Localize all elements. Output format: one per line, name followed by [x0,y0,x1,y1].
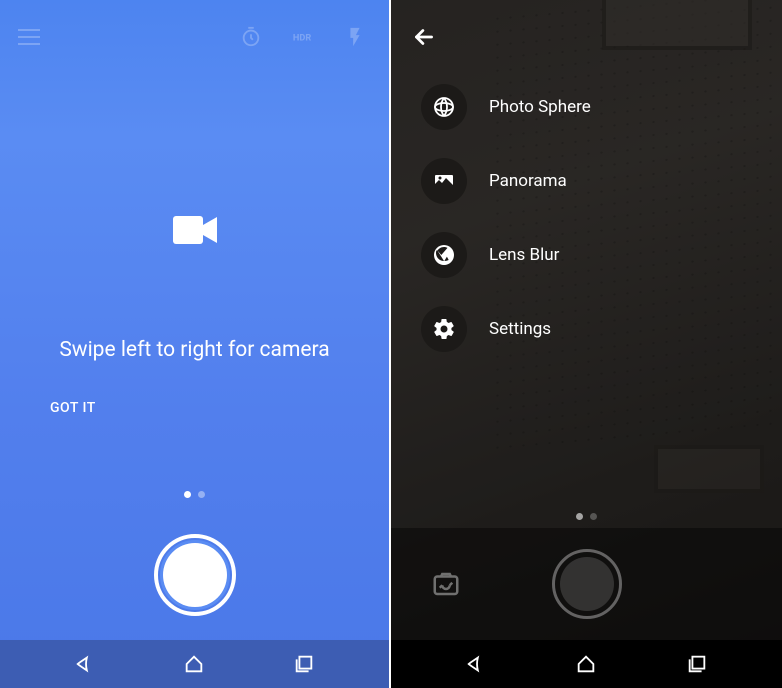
shutter-bar [391,528,782,640]
got-it-button[interactable]: GOT IT [50,400,96,416]
shutter-button[interactable] [552,549,622,619]
flash-icon[interactable] [343,25,367,49]
page-dot [198,491,205,498]
back-nav-icon[interactable] [464,652,488,676]
menu-item-photosphere[interactable]: Photo Sphere [413,80,599,134]
menu-label: Settings [489,319,551,339]
shutter-bar [0,510,389,640]
menu-icon[interactable] [18,29,40,45]
svg-text:HDR: HDR [293,34,311,44]
page-dot [590,513,597,520]
camera-mode-menu: Photo Sphere Panorama Lens Blur Settings [413,80,599,356]
hdr-icon[interactable]: HDR [291,25,315,49]
timer-icon[interactable] [239,25,263,49]
shutter-button[interactable] [154,534,236,616]
screenshot-left: HDR Swipe left to right for camera GOT I… [0,0,389,688]
gear-icon [421,306,467,352]
home-nav-icon[interactable] [574,652,598,676]
android-navbar [0,640,389,688]
android-navbar [391,640,782,688]
lens-blur-icon [421,232,467,278]
recents-nav-icon[interactable] [292,652,316,676]
photosphere-icon [421,84,467,130]
menu-item-settings[interactable]: Settings [413,302,599,356]
back-arrow-button[interactable] [411,24,437,50]
menu-label: Panorama [489,171,567,191]
page-indicator [0,491,389,498]
menu-item-panorama[interactable]: Panorama [413,154,599,208]
page-dot-active [184,491,191,498]
video-camera-icon [173,214,217,246]
panorama-icon [421,158,467,204]
menu-label: Lens Blur [489,245,559,265]
onboarding-center [0,214,389,336]
recents-nav-icon[interactable] [685,652,709,676]
screenshot-right: Photo Sphere Panorama Lens Blur Settings [391,0,782,688]
top-toolbar: HDR [0,22,389,52]
page-indicator [391,513,782,520]
switch-camera-icon[interactable] [431,569,461,599]
menu-item-lensblur[interactable]: Lens Blur [413,228,599,282]
onboarding-hint-text: Swipe left to right for camera [0,338,389,362]
back-nav-icon[interactable] [73,652,97,676]
page-dot-active [576,513,583,520]
home-nav-icon[interactable] [182,652,206,676]
menu-label: Photo Sphere [489,97,591,117]
